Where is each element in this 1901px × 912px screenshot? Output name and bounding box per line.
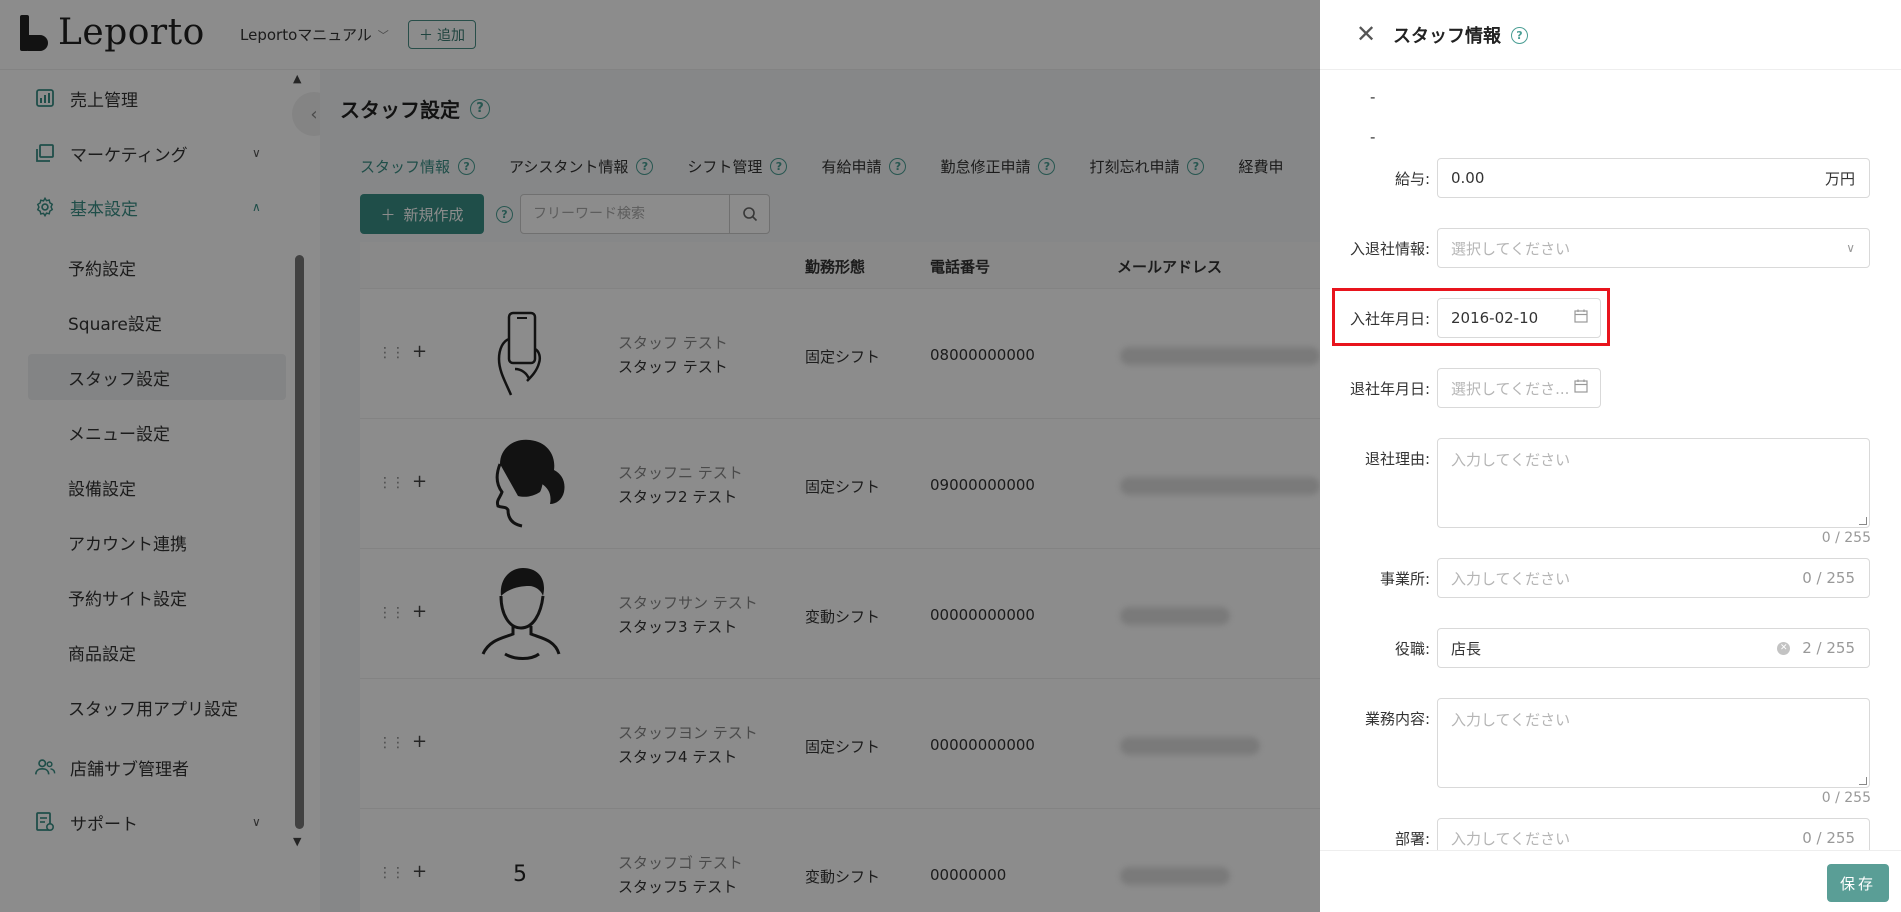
- salary-value: 0.00: [1451, 169, 1485, 187]
- leave-reason-label: 退社理由:: [1364, 450, 1430, 468]
- office-label: 事業所:: [1379, 570, 1430, 588]
- department-placeholder: 入力してください: [1451, 829, 1571, 848]
- employment-label: 入退社情報:: [1349, 240, 1430, 258]
- office-input[interactable]: 入力してください 0 / 255: [1437, 558, 1870, 598]
- duties-placeholder: 入力してください: [1451, 711, 1571, 729]
- office-placeholder: 入力してください: [1451, 569, 1571, 588]
- duties-textarea[interactable]: 入力してください: [1437, 698, 1870, 788]
- position-value: 店長: [1451, 639, 1482, 658]
- leave-date-label: 退社年月日:: [1349, 380, 1430, 398]
- salary-label: 給与:: [1394, 170, 1430, 188]
- char-count: 0 / 255: [1821, 790, 1871, 806]
- char-count: 0 / 255: [1802, 829, 1855, 847]
- resize-handle-icon[interactable]: [1859, 517, 1867, 525]
- salary-input[interactable]: 0.00 万円: [1437, 158, 1870, 198]
- leave-date-picker[interactable]: 選択してくださ...: [1437, 368, 1601, 408]
- char-count: 0 / 255: [1802, 569, 1855, 587]
- drawer-header: ✕ スタッフ情報 ?: [1320, 0, 1901, 70]
- leave-reason-textarea[interactable]: 入力してください: [1437, 438, 1870, 528]
- close-icon[interactable]: ✕: [1356, 20, 1376, 48]
- salary-unit: 万円: [1824, 169, 1855, 188]
- highlight-box: [1332, 288, 1610, 346]
- department-label: 部署:: [1394, 830, 1430, 848]
- save-button[interactable]: 保存: [1827, 864, 1889, 902]
- position-input[interactable]: 店長 ✕ 2 / 255: [1437, 628, 1870, 668]
- help-icon[interactable]: ?: [1511, 26, 1528, 44]
- leave-reason-placeholder: 入力してください: [1451, 451, 1571, 469]
- leave-date-placeholder: 選択してくださ...: [1451, 379, 1570, 398]
- modal-overlay[interactable]: [0, 0, 1320, 912]
- staff-info-drawer: ✕ スタッフ情報 ? - - 給与: 0.00 万円 入退社情報: 選択してくだ…: [1320, 0, 1901, 912]
- char-count: 0 / 255: [1821, 530, 1871, 546]
- employment-placeholder: 選択してください: [1451, 239, 1571, 258]
- drawer-title-text: スタッフ情報: [1393, 26, 1501, 47]
- duties-label: 業務内容:: [1364, 710, 1430, 728]
- clear-icon[interactable]: ✕: [1777, 641, 1791, 655]
- employment-select[interactable]: 選択してください ∨: [1437, 228, 1870, 268]
- resize-handle-icon[interactable]: [1859, 777, 1867, 785]
- position-label: 役職:: [1394, 640, 1430, 658]
- drawer-title: スタッフ情報 ?: [1393, 22, 1528, 48]
- chevron-down-icon: ∨: [1846, 241, 1855, 255]
- char-count: 2 / 255: [1802, 639, 1855, 657]
- calendar-icon: [1574, 379, 1600, 397]
- empty-value: -: [1370, 128, 1376, 146]
- drawer-footer: 保存: [1320, 850, 1901, 912]
- empty-value: -: [1370, 88, 1376, 106]
